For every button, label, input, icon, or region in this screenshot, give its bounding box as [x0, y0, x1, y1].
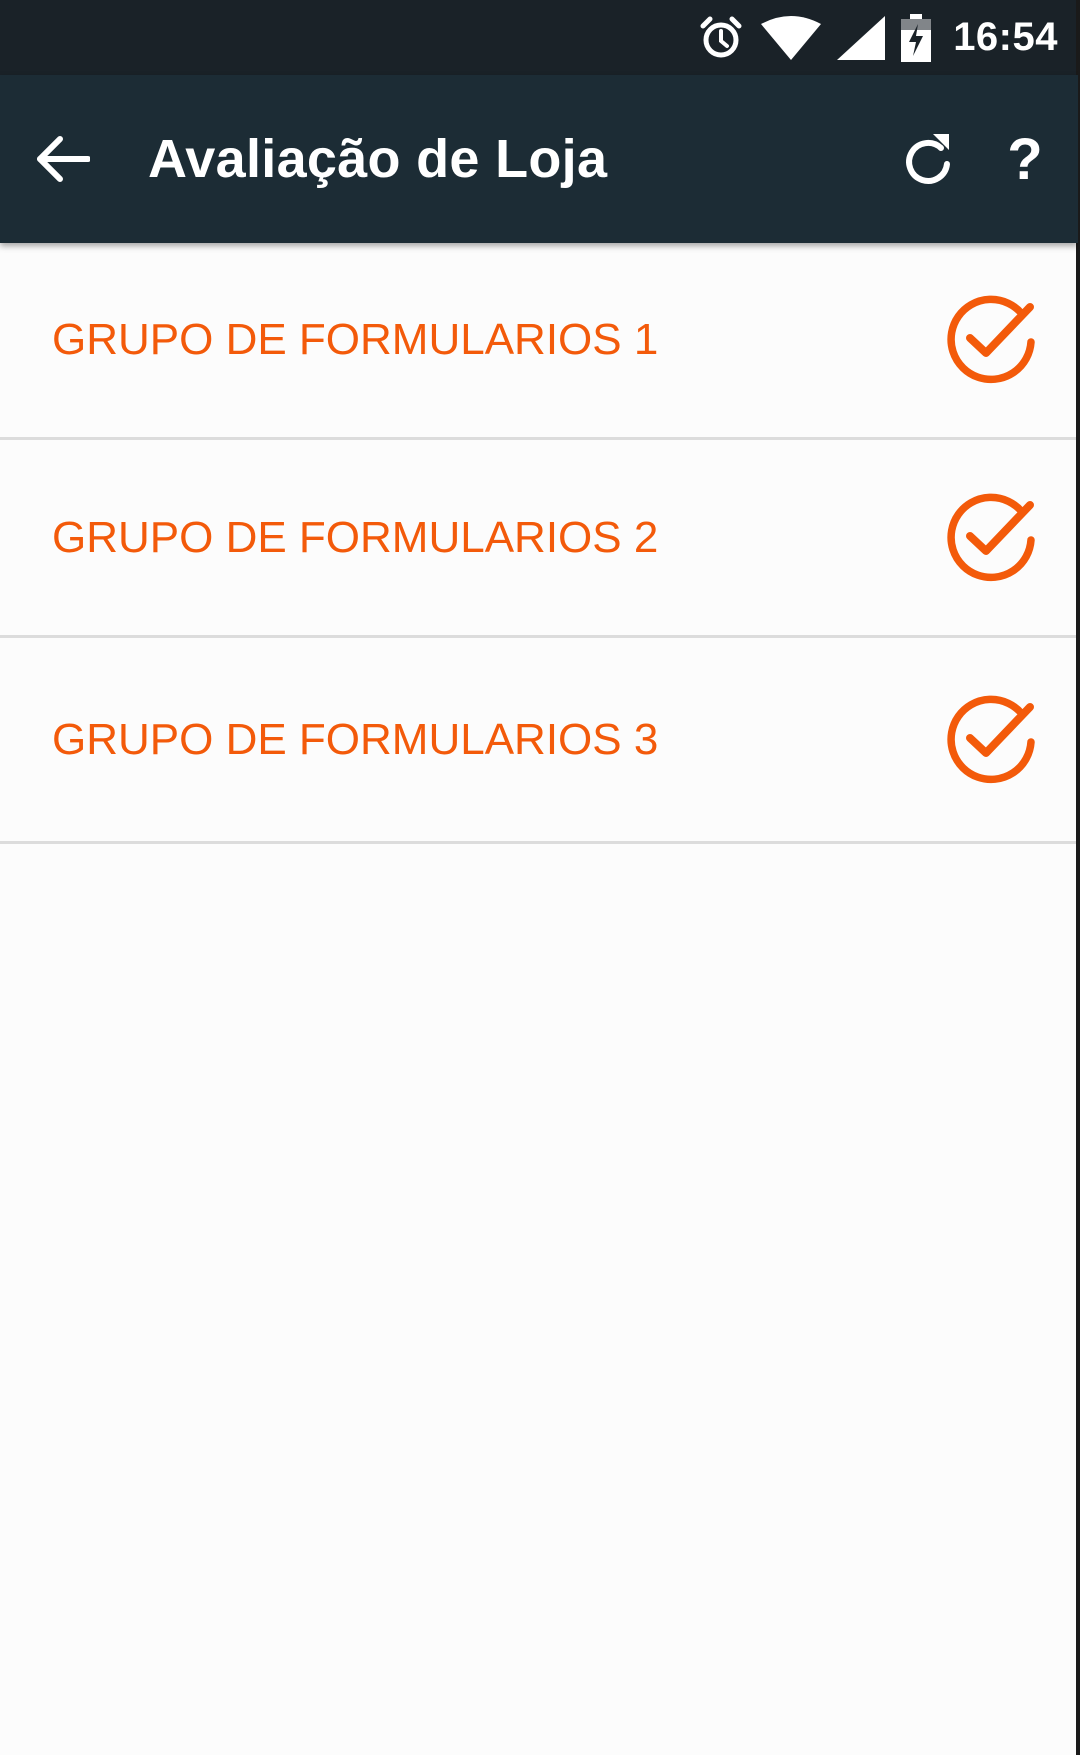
back-button[interactable]: [22, 119, 102, 199]
status-icons: 16:54: [697, 0, 1058, 75]
screen-edge: [1076, 0, 1078, 1755]
list-item-grupo-1[interactable]: GRUPO DE FORMULARIOS 1: [0, 243, 1078, 440]
page-title: Avaliação de Loja: [148, 129, 608, 189]
check-circle-icon: [947, 695, 1035, 783]
refresh-icon: [906, 134, 950, 184]
list-item-grupo-2[interactable]: GRUPO DE FORMULARIOS 2: [0, 440, 1078, 638]
arrow-back-icon: [37, 136, 90, 182]
screen: 16:54 Avaliação de Loja ? GRUPO DE FORMU…: [0, 0, 1078, 1755]
alarm-icon: [700, 16, 742, 57]
signal-icon: [837, 15, 886, 60]
app-bar: Avaliação de Loja ?: [0, 75, 1078, 243]
battery-charging-icon: [901, 13, 932, 62]
form-group-list: GRUPO DE FORMULARIOS 1 GRUPO DE FORMULAR…: [0, 243, 1078, 844]
check-circle-icon: [947, 493, 1035, 581]
help-button[interactable]: ?: [985, 124, 1065, 194]
status-bar: 16:54: [0, 0, 1078, 75]
refresh-button[interactable]: [888, 124, 968, 194]
list-item-label: GRUPO DE FORMULARIOS 1: [52, 315, 659, 364]
check-circle-icon: [947, 295, 1035, 384]
list-item-label: GRUPO DE FORMULARIOS 3: [52, 714, 659, 764]
status-time: 16:54: [953, 15, 1058, 59]
list-item-grupo-3[interactable]: GRUPO DE FORMULARIOS 3: [0, 638, 1078, 844]
wifi-icon: [761, 15, 822, 60]
list-item-label: GRUPO DE FORMULARIOS 2: [52, 512, 659, 562]
